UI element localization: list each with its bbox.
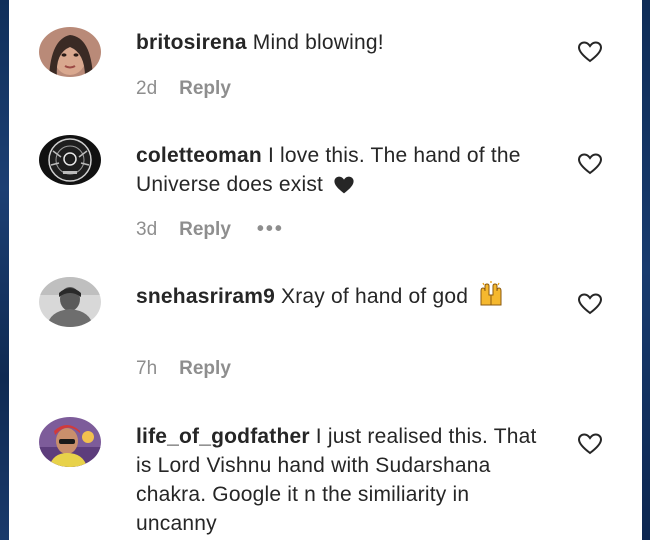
comment-text: coletteoman I love this. The hand of the… (136, 141, 556, 203)
like-heart-icon[interactable] (577, 292, 603, 316)
reply-button[interactable]: Reply (179, 78, 231, 100)
reply-button[interactable]: Reply (179, 219, 231, 241)
comment-text: britosirena Mind blowing! (136, 28, 556, 57)
like-heart-icon[interactable] (577, 152, 603, 176)
comment-list: britosirena Mind blowing! 2d Reply colet… (9, 0, 642, 540)
comment-username[interactable]: snehasriram9 (136, 285, 275, 308)
avatar[interactable] (39, 27, 101, 77)
background-edge-left (0, 0, 9, 540)
comment-time: 2d (136, 78, 158, 99)
comment-body: Mind blowing! (252, 31, 384, 54)
comment-body: Xray of hand of god (281, 285, 469, 308)
like-heart-icon[interactable] (577, 432, 603, 456)
raised-hands-icon (478, 281, 504, 315)
comment-username[interactable]: coletteoman (136, 144, 262, 167)
more-options-icon[interactable]: ••• (257, 218, 284, 241)
comment-username[interactable]: britosirena (136, 31, 247, 54)
comment-text: snehasriram9 Xray of hand of god (136, 281, 556, 315)
reply-button[interactable]: Reply (179, 358, 231, 380)
comment-text: life_of_godfather I just realised this. … (136, 422, 546, 538)
comment-meta: 3d Reply ••• (136, 218, 284, 241)
avatar[interactable] (39, 417, 101, 467)
background-edge-right (642, 0, 650, 540)
comment-time: 3d (136, 218, 158, 240)
like-heart-icon[interactable] (577, 40, 603, 64)
comment-time: 7h (136, 358, 158, 379)
avatar[interactable] (39, 277, 101, 327)
comment-meta: 7h Reply (136, 358, 231, 380)
avatar[interactable] (39, 135, 101, 185)
comment-meta: 2d Reply (136, 78, 231, 100)
black-heart-icon (333, 174, 355, 203)
comment-username[interactable]: life_of_godfather (136, 425, 310, 448)
